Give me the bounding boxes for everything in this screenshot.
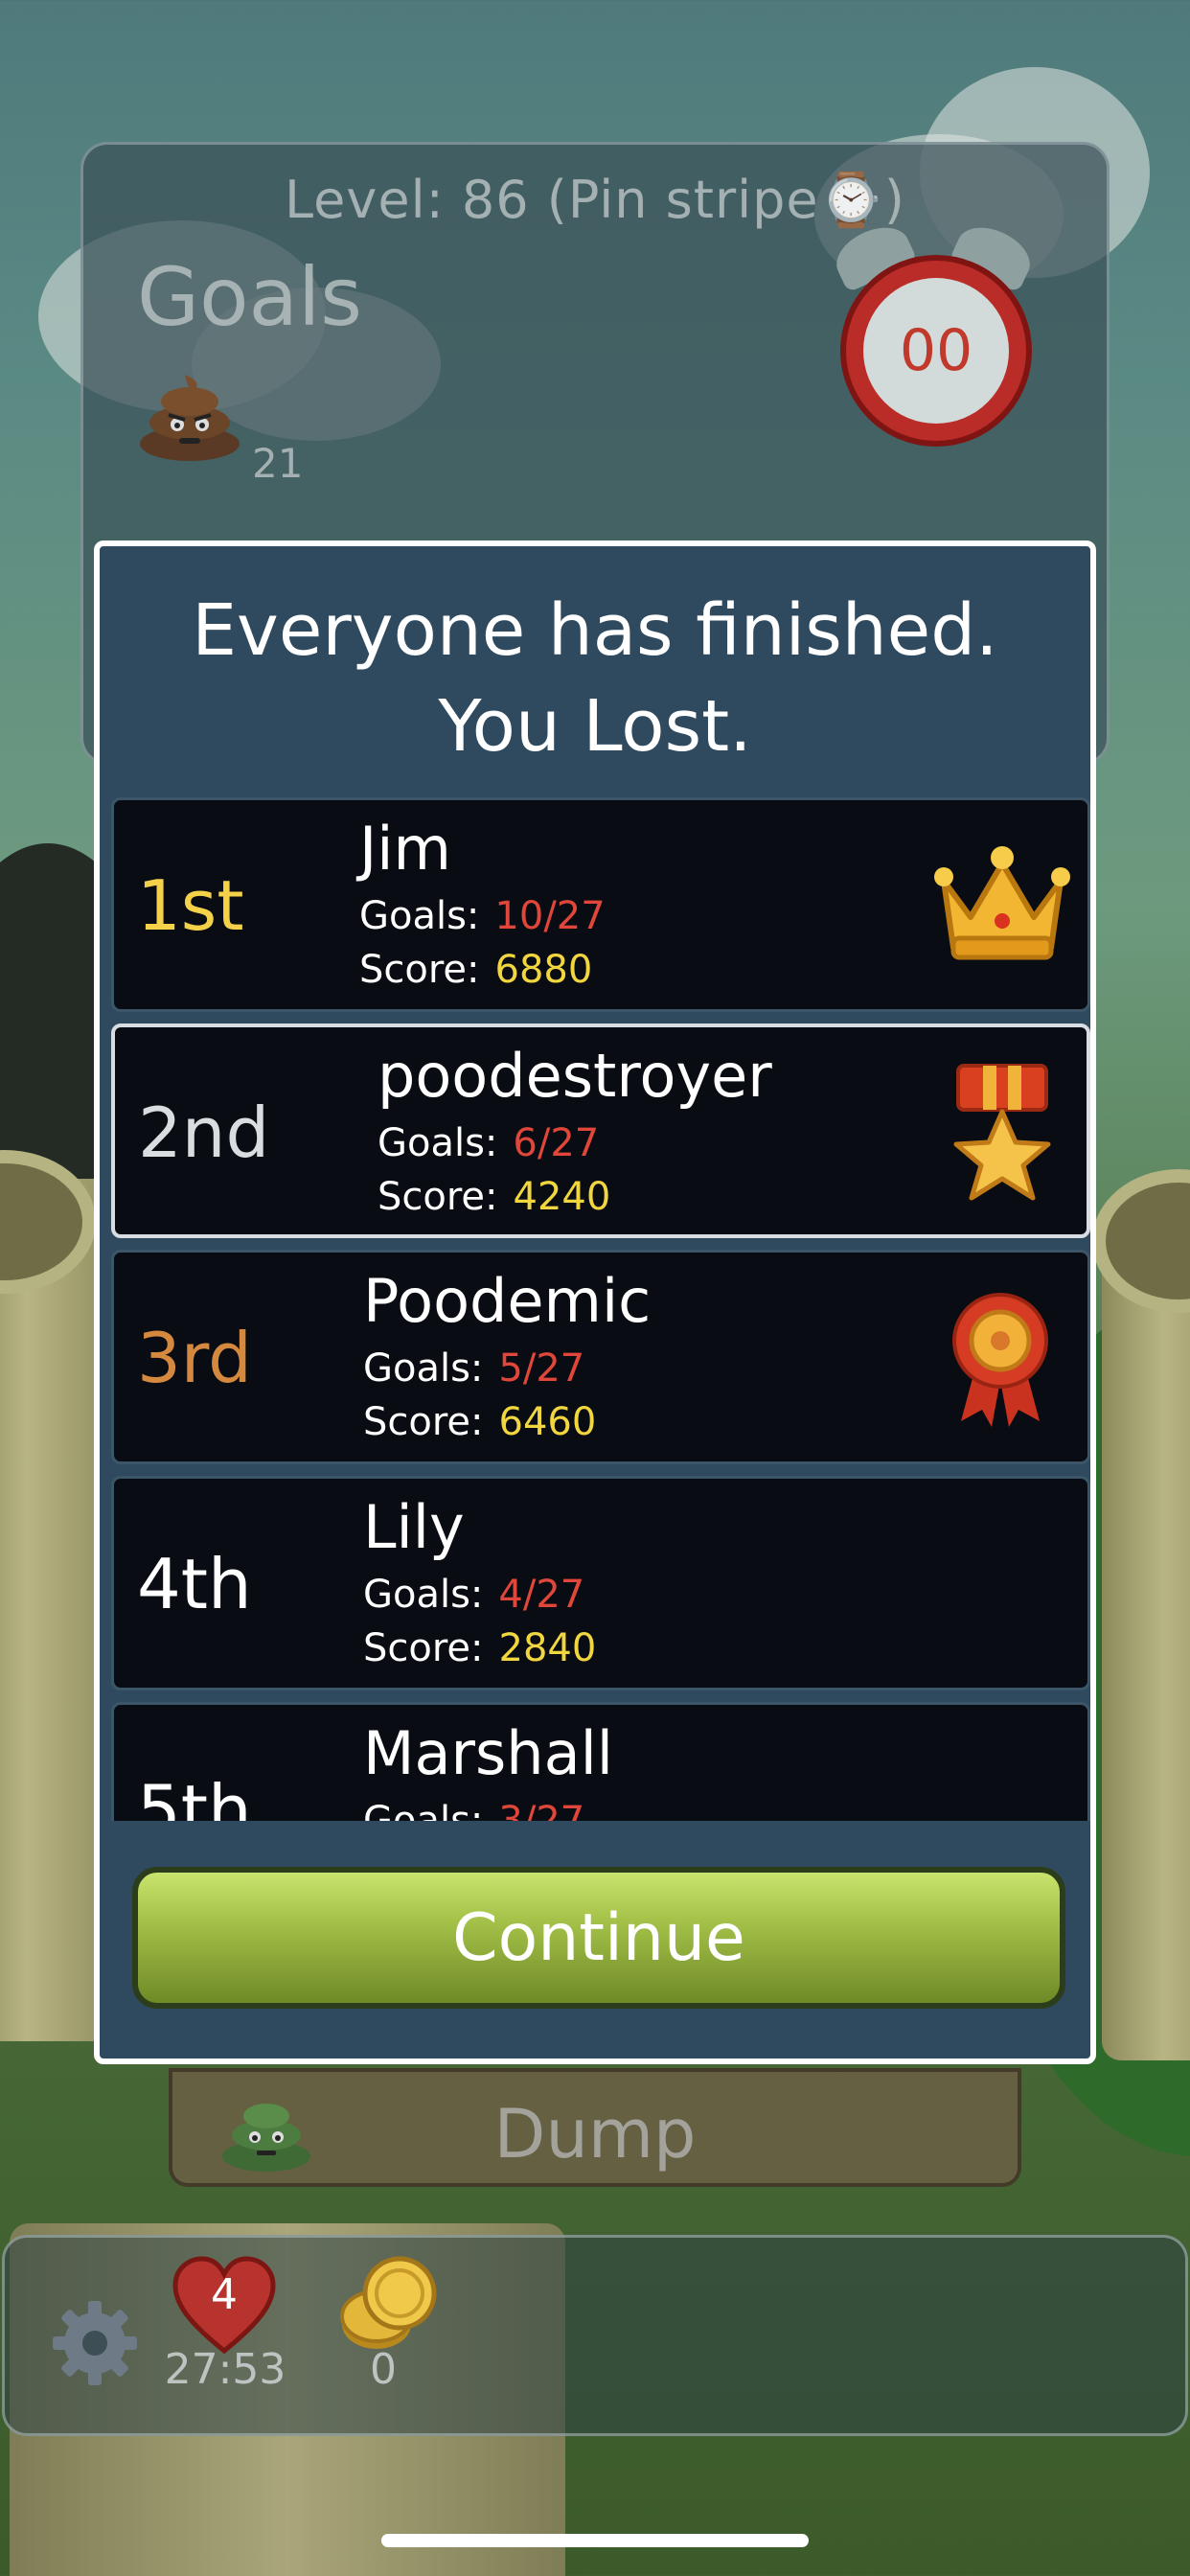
coin-count: 0 bbox=[370, 2345, 397, 2394]
goals-line: Goals: 4/27 bbox=[363, 1573, 584, 1617]
score-value: 6460 bbox=[498, 1400, 597, 1444]
ranking-list[interactable]: 1st Jim Goals: 10/27 Score: 6880 2nd poode… bbox=[111, 797, 1090, 1821]
ranking-row: 3rd Poodemic Goals: 5/27 Score: 6460 bbox=[111, 1250, 1090, 1464]
dump-label: Dump bbox=[493, 2095, 697, 2174]
goals-label: Goals: bbox=[359, 894, 480, 938]
star-medal-icon bbox=[953, 1064, 1051, 1201]
score-label: Score: bbox=[359, 948, 480, 992]
place-label: 1st bbox=[137, 865, 244, 946]
goals-title: Goals bbox=[137, 250, 363, 344]
score-line: Score: 2840 bbox=[363, 1626, 596, 1670]
score-label: Score: bbox=[378, 1175, 498, 1219]
score-label: Score: bbox=[363, 1626, 484, 1670]
goals-label: Goals: bbox=[363, 1573, 484, 1617]
place-label: 3rd bbox=[137, 1318, 252, 1398]
player-name: Lily bbox=[363, 1492, 465, 1562]
place-label: 5th bbox=[137, 1770, 252, 1821]
score-value: 4240 bbox=[513, 1175, 611, 1219]
goals-label: Goals: bbox=[363, 1799, 484, 1821]
goals-value: 4/27 bbox=[498, 1573, 585, 1617]
crown-icon bbox=[934, 846, 1070, 960]
score-line: Score: 6460 bbox=[363, 1400, 596, 1444]
gear-icon[interactable] bbox=[47, 2295, 143, 2391]
ranking-row: 4th Lily Goals: 4/27 Score: 2840 bbox=[111, 1476, 1090, 1690]
goal-count: 21 bbox=[252, 440, 304, 487]
score-line: Score: 4240 bbox=[378, 1175, 610, 1219]
goals-line: Goals: 5/27 bbox=[363, 1346, 584, 1391]
results-modal: Everyone has finished. You Lost. 1st Jim… bbox=[94, 540, 1096, 2064]
goals-value: 10/27 bbox=[494, 894, 606, 938]
results-title-line1: Everyone has finished. bbox=[192, 589, 998, 672]
goals-label: Goals: bbox=[378, 1121, 498, 1165]
dump-button: Dump bbox=[169, 2068, 1021, 2187]
lives-count: 4 bbox=[211, 2270, 238, 2319]
goals-line: Goals: 3/27 bbox=[363, 1799, 584, 1821]
score-label: Score: bbox=[363, 1400, 484, 1444]
results-title: Everyone has finished. You Lost. bbox=[100, 583, 1090, 774]
player-name: Poodemic bbox=[363, 1266, 652, 1336]
goals-value: 3/27 bbox=[498, 1799, 585, 1821]
score-value: 6880 bbox=[494, 948, 593, 992]
angry-poo-icon bbox=[140, 375, 240, 461]
ranking-row: 5th Marshall Goals: 3/27 bbox=[111, 1702, 1090, 1821]
alarm-clock-timer: 00 bbox=[840, 255, 1032, 447]
score-value: 2840 bbox=[498, 1626, 597, 1670]
goals-line: Goals: 6/27 bbox=[378, 1121, 599, 1165]
player-name: poodestroyer bbox=[378, 1041, 772, 1111]
continue-button[interactable]: Continue bbox=[132, 1867, 1065, 2009]
level-label: Level: 86 (Pin stripe⌚) bbox=[285, 170, 905, 230]
place-label: 2nd bbox=[138, 1092, 270, 1173]
lives-timer: 27:53 bbox=[164, 2345, 286, 2394]
results-title-line2: You Lost. bbox=[438, 685, 752, 768]
ranking-row: 1st Jim Goals: 10/27 Score: 6880 bbox=[111, 797, 1090, 1012]
score-line: Score: 6880 bbox=[359, 948, 592, 992]
goals-label: Goals: bbox=[363, 1346, 484, 1391]
home-indicator[interactable] bbox=[381, 2534, 809, 2547]
player-name: Marshall bbox=[363, 1718, 614, 1788]
player-name: Jim bbox=[359, 814, 451, 884]
ranking-row-current-player: 2nd poodestroyer Goals: 6/27 Score: 4240 bbox=[111, 1024, 1090, 1238]
bottom-hud: 4 27:53 0 bbox=[2, 2235, 1188, 2436]
rosette-icon bbox=[952, 1293, 1048, 1427]
goals-value: 6/27 bbox=[513, 1121, 600, 1165]
timer-value: 00 bbox=[863, 278, 1009, 424]
goals-value: 5/27 bbox=[498, 1346, 585, 1391]
goals-line: Goals: 10/27 bbox=[359, 894, 606, 938]
place-label: 4th bbox=[137, 1544, 252, 1624]
